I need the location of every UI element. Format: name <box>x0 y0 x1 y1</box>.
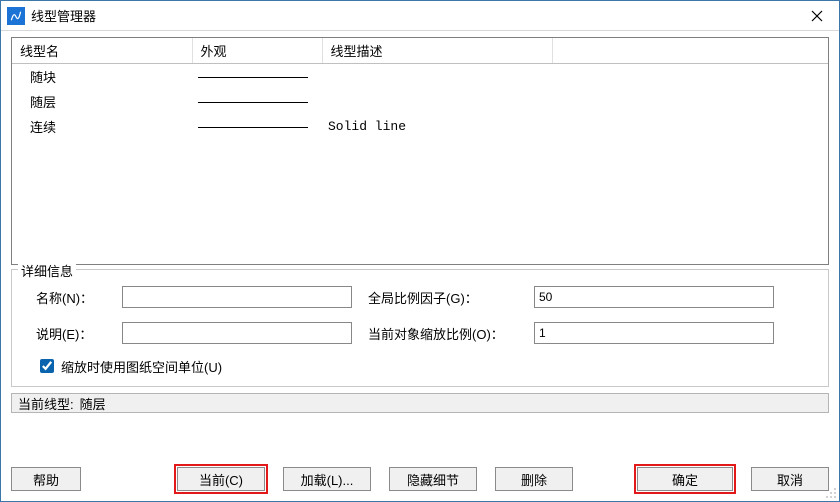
cell-name: 连续 <box>12 114 192 139</box>
global-scale-field[interactable] <box>534 286 774 308</box>
use-paper-units-checkbox[interactable] <box>40 359 54 373</box>
hide-details-button[interactable]: 隐藏细节 <box>389 467 477 491</box>
title-bar: 线型管理器 <box>1 1 839 31</box>
use-paper-units-label: 缩放时使用图纸空间单位(U) <box>61 357 222 376</box>
col-header-name[interactable]: 线型名 <box>12 38 192 64</box>
col-header-spacer <box>552 38 828 64</box>
name-label: 名称(N)： <box>36 288 106 307</box>
cell-appearance <box>192 114 322 139</box>
table-row[interactable]: 随块 <box>12 64 828 90</box>
line-sample-icon <box>198 102 308 103</box>
close-button[interactable] <box>795 1 839 31</box>
button-row: 帮助 当前(C) 加载(L)... 隐藏细节 删除 确定 取消 <box>11 467 829 491</box>
load-button[interactable]: 加载(L)... <box>283 467 371 491</box>
current-linetype-label: 当前线型: <box>18 394 74 413</box>
delete-button[interactable]: 删除 <box>495 467 573 491</box>
cancel-button[interactable]: 取消 <box>751 467 829 491</box>
name-field[interactable] <box>122 286 352 308</box>
table-header-row: 线型名 外观 线型描述 <box>12 38 828 64</box>
resize-grip-icon[interactable] <box>825 487 837 499</box>
table-row[interactable]: 随层 <box>12 89 828 114</box>
details-group: 详细信息 名称(N)： 全局比例因子(G)： 说明(E)： 当前对象缩放比例(O… <box>11 269 829 387</box>
cell-name: 随层 <box>12 89 192 114</box>
col-header-desc[interactable]: 线型描述 <box>322 38 552 64</box>
line-sample-icon <box>198 77 308 78</box>
help-button[interactable]: 帮助 <box>11 467 81 491</box>
line-sample-icon <box>198 127 308 128</box>
cell-desc <box>322 64 552 90</box>
global-scale-label: 全局比例因子(G)： <box>368 288 518 307</box>
desc-label: 说明(E)： <box>36 324 106 343</box>
desc-field[interactable] <box>122 322 352 344</box>
cell-desc <box>322 89 552 114</box>
current-button[interactable]: 当前(C) <box>177 467 265 491</box>
cell-appearance <box>192 89 322 114</box>
ok-button[interactable]: 确定 <box>637 467 733 491</box>
col-header-appearance[interactable]: 外观 <box>192 38 322 64</box>
cell-appearance <box>192 64 322 90</box>
current-linetype-value: 随层 <box>80 394 106 413</box>
current-linetype-bar: 当前线型: 随层 <box>11 393 829 413</box>
app-icon <box>7 7 25 25</box>
window-title: 线型管理器 <box>31 6 96 25</box>
cell-desc: Solid line <box>322 114 552 139</box>
obj-scale-field[interactable] <box>534 322 774 344</box>
obj-scale-label: 当前对象缩放比例(O)： <box>368 324 518 343</box>
cell-name: 随块 <box>12 64 192 90</box>
table-row[interactable]: 连续 Solid line <box>12 114 828 139</box>
details-legend: 详细信息 <box>18 261 76 280</box>
linetype-table[interactable]: 线型名 外观 线型描述 随块 随层 连续 Solid l <box>11 37 829 265</box>
